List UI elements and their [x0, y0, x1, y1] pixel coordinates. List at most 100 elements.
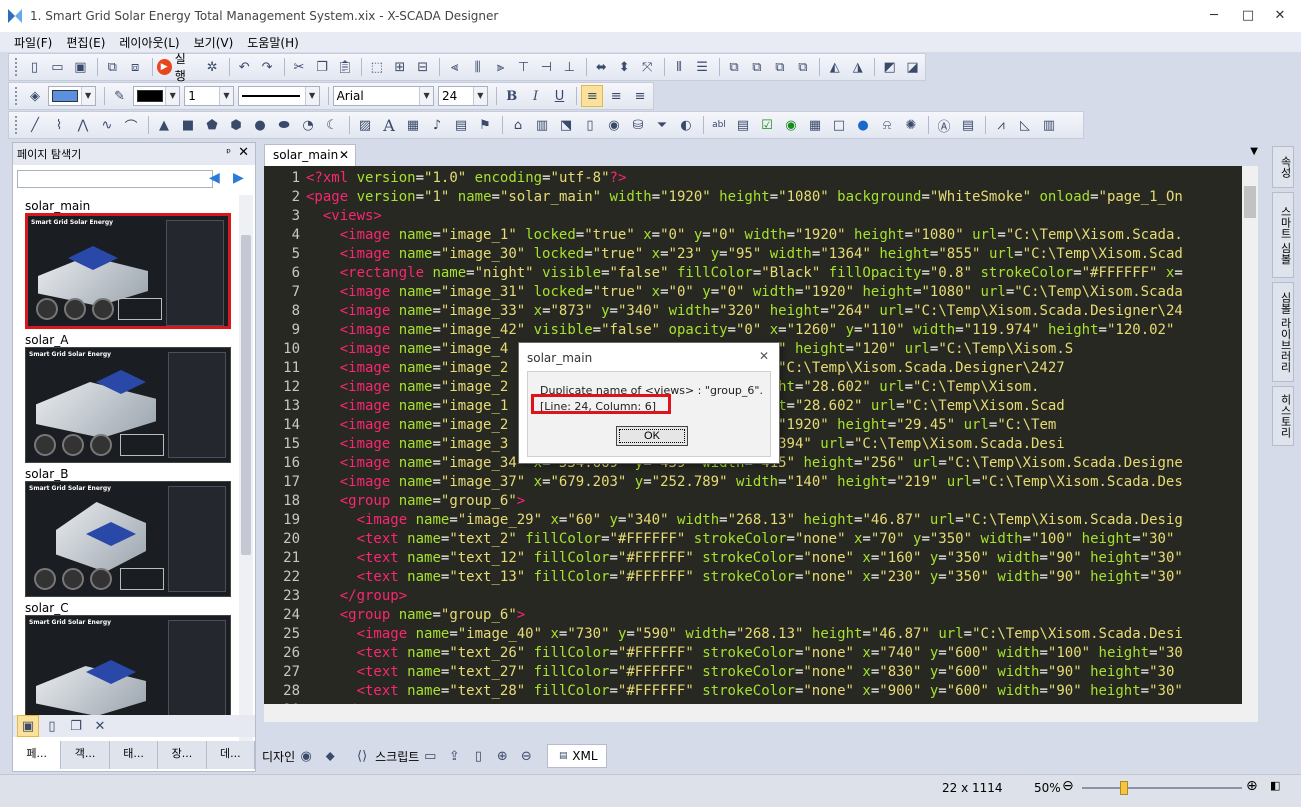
code-line[interactable]: <image name="image_40" x="730" y="590" w…: [306, 626, 1183, 642]
sound-tool-icon[interactable]: ♪: [426, 114, 448, 136]
delete-page-icon[interactable]: ✕: [89, 715, 111, 737]
toolbar-grip[interactable]: [15, 87, 18, 105]
panel-tool-icon[interactable]: ▥: [531, 114, 553, 136]
code-line[interactable]: <image name="image_33" x="873" y="340" w…: [306, 303, 1183, 319]
thumbnail-view-icon[interactable]: ▣: [17, 715, 39, 737]
align-middle-icon[interactable]: ⊣: [536, 56, 557, 78]
tab-tags[interactable]: 태...: [109, 741, 159, 769]
code-line[interactable]: <text name="text_27" fillColor="#FFFFFF"…: [306, 664, 1175, 680]
zoom-in-icon[interactable]: ⊕: [491, 745, 513, 767]
grid-tool-icon[interactable]: ▦: [804, 114, 826, 136]
tab-devices[interactable]: 장...: [158, 741, 207, 769]
new-file-icon[interactable]: ▯: [24, 56, 45, 78]
select-icon[interactable]: ⬚: [366, 56, 387, 78]
send-back-icon[interactable]: ⧉: [746, 56, 767, 78]
gauge-vertical-icon[interactable]: ▯: [579, 114, 601, 136]
export-icon[interactable]: ⇪: [443, 745, 465, 767]
pentagon-tool-icon[interactable]: ⬟: [201, 114, 223, 136]
align-top-icon[interactable]: ⊤: [513, 56, 534, 78]
font-family-select[interactable]: Arial ▼: [332, 86, 435, 106]
ungroup-icon[interactable]: ⊟: [412, 56, 433, 78]
save-icon[interactable]: ▣: [70, 56, 91, 78]
pin-icon[interactable]: ᵖ: [226, 146, 231, 159]
tab-pages[interactable]: 페...: [13, 741, 62, 769]
rectangle-tool-icon[interactable]: ■: [177, 114, 199, 136]
paste-icon[interactable]: 📋︎: [334, 56, 355, 78]
same-size-icon[interactable]: ⤧: [637, 56, 658, 78]
flag-tool-icon[interactable]: ⚑: [474, 114, 496, 136]
bold-button[interactable]: B: [501, 85, 523, 107]
debug-icon[interactable]: ✲: [202, 56, 223, 78]
toolbar-grip[interactable]: [15, 116, 18, 134]
tab-symbol-library[interactable]: 심볼 라이브러리: [1272, 282, 1294, 382]
rotate-left-icon[interactable]: ◩: [879, 56, 900, 78]
tab-design[interactable]: 디자인 ◉ ⬥: [262, 745, 343, 767]
close-panel-button[interactable]: ✕: [238, 145, 249, 160]
ellipse-tool-icon[interactable]: ⬬: [273, 114, 295, 136]
fit-page-icon[interactable]: ◧: [1270, 779, 1280, 792]
code-line[interactable]: <group name="group_6">: [306, 607, 525, 623]
space-vertical-icon[interactable]: ☰: [692, 56, 713, 78]
font-box-icon[interactable]: Ⓐ: [933, 114, 955, 136]
code-line[interactable]: </group>: [306, 588, 407, 604]
tab-objects[interactable]: 객...: [61, 741, 110, 769]
tab-data[interactable]: 데...: [206, 741, 256, 769]
editor-vertical-scrollbar[interactable]: [1242, 166, 1258, 704]
code-line[interactable]: <rectangle name="night" visible="false" …: [306, 265, 1183, 281]
hexagon-tool-icon[interactable]: ⬢: [225, 114, 247, 136]
table-tool-icon[interactable]: ▤: [957, 114, 979, 136]
align-left-icon[interactable]: ⫷: [444, 56, 465, 78]
open-folder-icon[interactable]: ▭: [47, 56, 68, 78]
font-size-select[interactable]: 24 ▼: [438, 86, 488, 106]
code-line[interactable]: <image name="image_31" locked="true" x="…: [306, 284, 1183, 300]
page-search-input[interactable]: [17, 170, 213, 188]
zoom-out-icon[interactable]: ⊖: [515, 745, 537, 767]
tank-tool-icon[interactable]: ⛁: [627, 114, 649, 136]
dialog-close-button[interactable]: ✕: [759, 349, 769, 363]
line-chart-icon[interactable]: ⩘: [990, 114, 1012, 136]
tag-icon[interactable]: ⬥: [319, 745, 341, 767]
page-icon[interactable]: ▯: [467, 745, 489, 767]
code-line[interactable]: <views>: [306, 208, 382, 224]
code-line[interactable]: <image name="image_42" visible="false" o…: [306, 322, 1175, 338]
save-all-icon[interactable]: ⧈: [125, 56, 146, 78]
copy-icon[interactable]: ❐: [311, 56, 332, 78]
text-align-left-icon[interactable]: ≡: [581, 85, 604, 107]
menu-file[interactable]: 파일(F): [14, 34, 52, 51]
page-name[interactable]: solar_A: [25, 333, 239, 347]
code-line[interactable]: <image name="image_1" locked="true" x="0…: [306, 227, 1183, 243]
tab-smart-symbol[interactable]: 스마트 심볼: [1272, 192, 1294, 278]
triangle-tool-icon[interactable]: ▲: [153, 114, 175, 136]
circle-tool-icon[interactable]: ●: [249, 114, 271, 136]
text-align-right-icon[interactable]: ≡: [629, 85, 651, 107]
thumbnail-scrollbar[interactable]: [239, 195, 253, 741]
arrow-left-icon[interactable]: ◀: [209, 170, 220, 186]
scrollbar-thumb[interactable]: [241, 235, 251, 555]
tab-list-chevron-icon[interactable]: ▼: [1250, 146, 1258, 157]
undo-icon[interactable]: ↶: [234, 56, 255, 78]
meter-tool-icon[interactable]: ◐: [675, 114, 697, 136]
zoom-slider-thumb[interactable]: [1120, 781, 1128, 795]
code-line[interactable]: <image name="image_29" x="60" y="340" wi…: [306, 512, 1183, 528]
gauge-round-icon[interactable]: ◉: [603, 114, 625, 136]
bell-tool-icon[interactable]: ⍾: [876, 114, 898, 136]
redo-icon[interactable]: ↷: [257, 56, 278, 78]
flip-horizontal-icon[interactable]: ◭: [824, 56, 845, 78]
code-line[interactable]: <text name="text_12" fillColor="#FFFFFF"…: [306, 550, 1183, 566]
text-tool-icon[interactable]: A: [378, 114, 400, 136]
zoom-in-icon[interactable]: ⊕: [1246, 778, 1258, 794]
group-icon[interactable]: ⊞: [389, 56, 410, 78]
editor-horizontal-scrollbar[interactable]: [264, 704, 1242, 722]
bring-front-icon[interactable]: ⧉: [724, 56, 745, 78]
close-window-button[interactable]: ✕: [1266, 6, 1294, 26]
copy-page-icon[interactable]: ❐: [65, 715, 87, 737]
minimize-button[interactable]: ─: [1200, 6, 1228, 26]
line-style-select[interactable]: ▼: [238, 86, 320, 106]
page-thumbnail-solar-b[interactable]: Smart Grid Solar Energy: [25, 481, 231, 597]
zoom-out-icon[interactable]: ⊖: [1062, 778, 1074, 794]
chart-tool-icon[interactable]: ▤: [450, 114, 472, 136]
rotate-right-icon[interactable]: ◪: [902, 56, 923, 78]
tab-solar-main[interactable]: solar_main ✕: [264, 144, 356, 166]
scrollbar-thumb[interactable]: [1244, 186, 1256, 218]
menu-view[interactable]: 보기(V): [194, 34, 234, 51]
